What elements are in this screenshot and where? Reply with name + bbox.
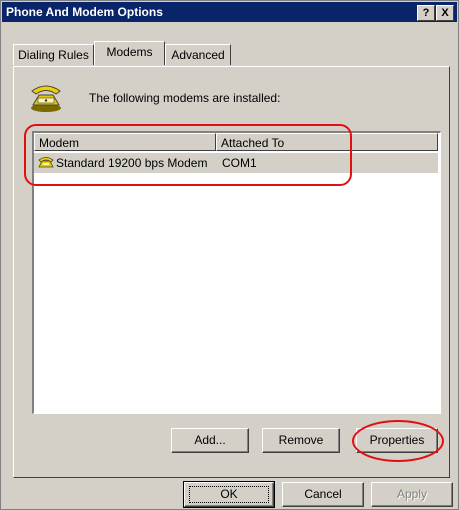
tab-modems[interactable]: Modems	[94, 41, 165, 65]
modems-list[interactable]: Modem Attached To Standard 19200 bps Mod…	[32, 131, 441, 414]
focus-rectangle	[189, 486, 269, 503]
apply-button: Apply	[371, 482, 453, 507]
remove-button[interactable]: Remove	[262, 428, 340, 453]
tab-advanced[interactable]: Advanced	[165, 44, 231, 65]
table-row[interactable]: Standard 19200 bps Modem COM1	[34, 153, 438, 173]
close-button[interactable]: X	[436, 5, 454, 21]
window-title: Phone And Modem Options	[6, 5, 163, 19]
phone-and-modem-options-dialog: Phone And Modem Options ? X Dialing Rule…	[0, 0, 459, 510]
help-button[interactable]: ?	[417, 5, 435, 21]
column-header-modem[interactable]: Modem	[34, 133, 216, 151]
installed-modems-label: The following modems are installed:	[89, 91, 281, 105]
modem-name-cell: Standard 19200 bps Modem	[56, 156, 208, 170]
telephone-icon	[31, 85, 61, 112]
attached-to-cell: COM1	[222, 156, 257, 170]
ok-button[interactable]: OK	[183, 481, 275, 508]
column-header-attached-to[interactable]: Attached To	[216, 133, 438, 151]
tab-dialing-rules[interactable]: Dialing Rules	[13, 44, 94, 65]
add-button[interactable]: Add...	[171, 428, 249, 453]
modem-icon	[38, 157, 54, 168]
properties-button[interactable]: Properties	[356, 428, 438, 453]
cancel-button[interactable]: Cancel	[282, 482, 364, 507]
title-bar[interactable]: Phone And Modem Options ? X	[2, 2, 457, 22]
